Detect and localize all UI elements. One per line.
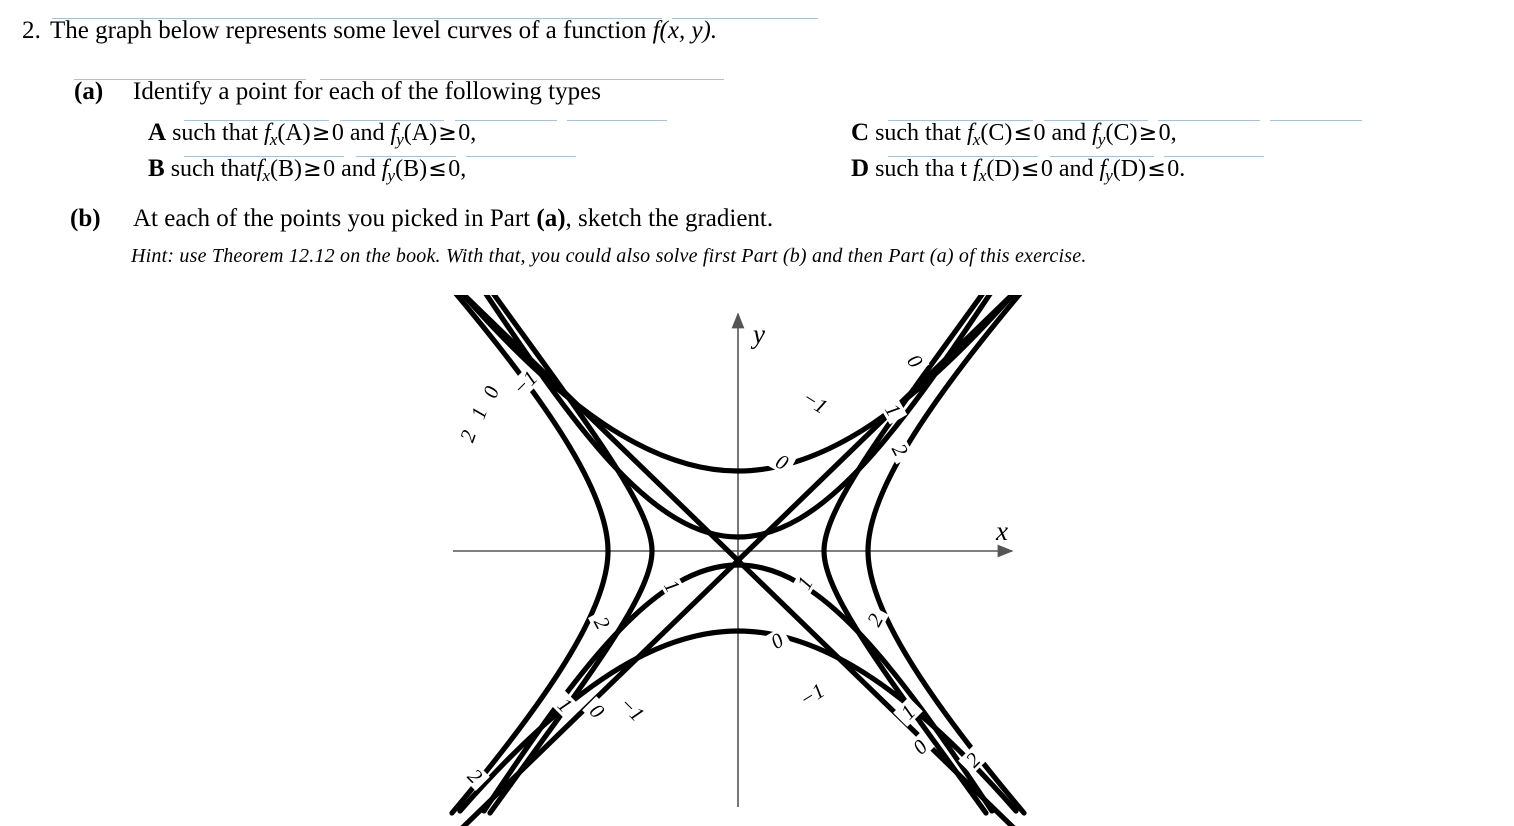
condition-item-b: B such thatfx(B)≥0 and fy(B)≤0, <box>148 155 466 186</box>
contour-label: 2 <box>455 426 481 445</box>
y-axis-label: y <box>750 319 765 349</box>
part-b-text-post: , sketch the gradient. <box>565 205 774 232</box>
part-b-text-pre: At each of the points you picked in Part <box>133 205 537 232</box>
contour-label: −1 <box>615 692 649 726</box>
condition-joiner: and <box>335 156 382 182</box>
part-a-label: (a) <box>74 78 104 105</box>
relation-value: 0 <box>1033 120 1046 146</box>
relation-symbol: ≤ <box>428 157 447 182</box>
relation-value: 0 <box>1158 120 1171 146</box>
contour-label: −1 <box>795 678 829 711</box>
condition-end: , <box>1170 120 1177 146</box>
condition-clause: such that <box>875 120 968 146</box>
condition-item-c: C such that fx(C)≤0 and fy(C)≥0, <box>851 119 1177 150</box>
condition-end: , <box>470 120 477 146</box>
problem-stem-function: f(x, y). <box>652 17 718 44</box>
condition-tag: B <box>148 155 165 182</box>
condition-item-a: A such that fx(A)≥0 and fy(A)≥0, <box>148 119 476 150</box>
part-b-text: At each of the points you picked in Part… <box>133 205 773 233</box>
contour-label: 0 <box>766 628 788 654</box>
contour-label: 0 <box>478 382 504 401</box>
relation-value: 0 <box>1040 156 1053 182</box>
condition-joiner: and <box>1045 120 1093 146</box>
artifact-rule <box>567 120 667 121</box>
artifact-rule <box>1270 120 1362 121</box>
condition-item-d: D such tha t fx(D)≤0 and fy(D)≤0. <box>851 155 1185 186</box>
relation-symbol: ≤ <box>1013 121 1033 146</box>
condition-tag: C <box>851 119 870 146</box>
relation-value: 0 <box>323 156 336 182</box>
condition-joiner: and <box>1052 156 1100 182</box>
partial-fy-arg: (B) <box>395 156 428 182</box>
contour-label: 1 <box>792 572 818 593</box>
level-curve-graph: −1 0 1 2 −1 0 1 2 0 1 2 1 2 0 −1 1 0 −1 … <box>440 295 1040 826</box>
relation-symbol: ≥ <box>438 121 457 146</box>
condition-joiner: and <box>343 120 391 146</box>
condition-tag: A <box>148 119 167 146</box>
relation-value: 0 <box>331 120 344 146</box>
partial-fx-subscript: x <box>262 165 270 185</box>
problem-stem: The graph below represents some level cu… <box>50 17 717 45</box>
part-a-text: Identify a point for each of the followi… <box>133 78 601 105</box>
partial-fx-arg: (C) <box>980 120 1013 146</box>
relation-value: 0 <box>448 156 461 182</box>
part-b-label: (b) <box>70 205 101 232</box>
condition-clause: such tha t <box>875 156 974 182</box>
relation-symbol: ≥ <box>303 157 322 182</box>
contour-label: −1 <box>798 385 832 418</box>
contour-label: 1 <box>466 404 492 422</box>
contour-label: 1 <box>659 575 685 596</box>
relation-value: 0 <box>1167 156 1180 182</box>
relation-symbol: ≥ <box>312 121 331 146</box>
contour-label: 0 <box>902 350 928 373</box>
x-axis-label: x <box>995 516 1008 546</box>
partial-fy-arg: (D) <box>1112 156 1147 182</box>
condition-clause: such that <box>170 156 257 182</box>
relation-symbol: ≤ <box>1021 157 1040 182</box>
partial-fy-arg: (C) <box>1105 120 1138 146</box>
artifact-rule <box>466 156 576 157</box>
partial-fx-arg: (D) <box>986 156 1020 182</box>
partial-fy-subscript: y <box>1105 165 1113 185</box>
problem-number: 2. <box>22 17 41 44</box>
relation-symbol: ≥ <box>1138 121 1158 146</box>
partial-fx-arg: (B) <box>269 156 302 182</box>
condition-tag: D <box>851 155 870 182</box>
condition-clause: such that <box>172 120 265 146</box>
part-b-reference: (a) <box>536 205 566 232</box>
condition-end: , <box>460 156 467 182</box>
partial-fy-subscript: y <box>387 165 396 185</box>
relation-symbol: ≤ <box>1147 157 1166 182</box>
partial-fy-subscript: y <box>396 129 404 149</box>
partial-fx-arg: (A) <box>277 120 311 146</box>
condition-end: . <box>1179 156 1186 182</box>
problem-stem-text: The graph below represents some level cu… <box>50 17 653 44</box>
relation-value: 0 <box>458 120 471 146</box>
hint-text: Hint: use Theorem 12.12 on the book. Wit… <box>131 245 1087 267</box>
partial-fy-arg: (A) <box>403 120 438 146</box>
